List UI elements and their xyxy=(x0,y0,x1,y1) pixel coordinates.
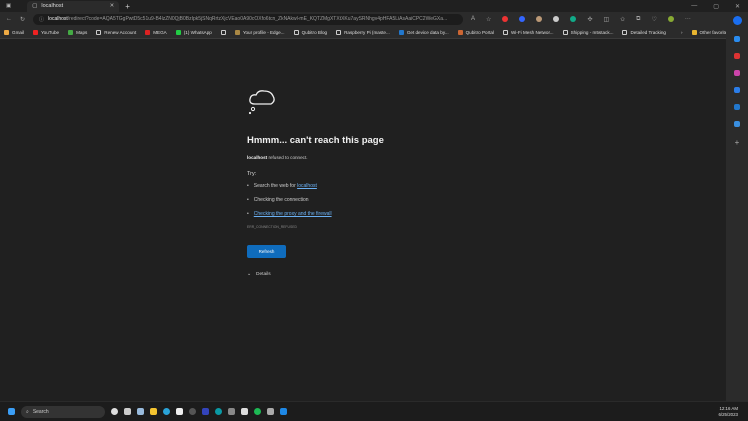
shopping-icon[interactable] xyxy=(734,53,740,59)
maximize-button[interactable]: ▢ xyxy=(713,3,719,10)
profile-avatar[interactable] xyxy=(667,16,674,22)
app-icon[interactable] xyxy=(202,408,209,415)
bookmark[interactable]: MEGA xyxy=(145,29,167,35)
collections-icon[interactable]: ⧉ xyxy=(636,16,640,23)
extensions-icon[interactable]: ✣ xyxy=(587,16,592,23)
bookmark[interactable]: Wi-Fi Mesh Networ... xyxy=(502,29,554,35)
bookmark[interactable]: Raspberry Pi (maste... xyxy=(336,29,390,35)
edge-icon[interactable] xyxy=(163,408,170,415)
bing-copilot-icon[interactable] xyxy=(732,16,742,25)
bookmark[interactable]: Maps xyxy=(68,29,87,35)
refresh-button[interactable]: Refresh xyxy=(247,245,286,258)
toolbar: ← ↻ ⓘ localhost/redirect?code=AQA5TGgPwt… xyxy=(0,12,748,26)
copilot-icon[interactable] xyxy=(111,408,118,415)
task-view-icon[interactable] xyxy=(124,408,131,415)
add-icon[interactable]: + xyxy=(735,138,740,147)
back-icon[interactable]: ← xyxy=(6,16,12,22)
error-description: localhost refused to connect. xyxy=(247,155,308,160)
chevron-down-icon: ⌄ xyxy=(247,272,252,277)
bookmark[interactable]: Gmail xyxy=(4,29,24,35)
url-path: /redirect?code=AQA5TGgPwtD5c51u9-B4lzZN0… xyxy=(67,16,448,22)
system-clock[interactable]: 12:16 AM 6/25/2023 xyxy=(718,406,738,418)
app-icon[interactable] xyxy=(228,408,235,415)
other-favorites[interactable]: Other favorites xyxy=(691,29,730,35)
try-heading: Try: xyxy=(247,171,257,177)
tab-title: localhost xyxy=(41,3,64,9)
extension-icon[interactable] xyxy=(536,16,543,22)
search-icon[interactable] xyxy=(734,36,740,42)
calculator-icon[interactable] xyxy=(267,408,274,415)
bookmark[interactable]: Shipping - m5stack... xyxy=(562,29,613,35)
bookmarks-bar: Gmail YouTube Maps Renew Account MEGA (1… xyxy=(0,26,748,39)
grammarly-icon[interactable] xyxy=(570,16,577,22)
suggestion-connection: Checking the connection xyxy=(247,197,497,203)
error-title: Hmmm... can't reach this page xyxy=(247,135,384,146)
taskbar-search[interactable]: ⌕ Search xyxy=(21,405,105,418)
refresh-icon[interactable]: ↻ xyxy=(20,16,25,23)
close-window-button[interactable]: ✕ xyxy=(735,3,740,10)
suggestion-proxy: Checking the proxy and the firewall xyxy=(247,211,497,217)
url-host: localhost xyxy=(48,16,68,22)
extension-pen-icon[interactable] xyxy=(519,16,526,22)
browser-essentials-icon[interactable]: ♡ xyxy=(651,16,656,23)
tab-localhost[interactable]: ▢ localhost ✕ xyxy=(27,0,120,12)
bookmark[interactable] xyxy=(220,29,226,35)
page-content: Hmmm... can't reach this page localhost … xyxy=(0,40,726,401)
tools-icon[interactable] xyxy=(734,70,740,76)
page-icon: ▢ xyxy=(32,3,38,9)
favorites-icon[interactable]: ✩ xyxy=(620,16,625,23)
bookmark[interactable]: Get device data by... xyxy=(398,29,449,35)
app-icon[interactable] xyxy=(176,408,183,415)
weather-icon[interactable] xyxy=(137,408,144,415)
bookmark[interactable]: Qubitro Blog xyxy=(293,29,327,35)
error-page: Hmmm... can't reach this page localhost … xyxy=(247,90,497,277)
more-icon[interactable]: ··· xyxy=(685,16,691,22)
proxy-firewall-link[interactable]: Checking the proxy and the firewall xyxy=(254,211,332,217)
favorite-star-icon[interactable]: ☆ xyxy=(486,16,491,23)
vscode-icon[interactable] xyxy=(280,408,287,415)
cloud-icon xyxy=(248,90,275,115)
minimize-button[interactable]: — xyxy=(691,3,697,10)
extension-icon[interactable] xyxy=(502,16,509,22)
tab-actions-icon[interactable]: ▣ xyxy=(6,3,11,9)
search-icon: ⌕ xyxy=(26,408,29,415)
games-icon[interactable] xyxy=(734,87,740,93)
search-web-link[interactable]: localhost xyxy=(297,183,317,189)
read-aloud-icon[interactable]: A xyxy=(471,16,475,22)
app-icon[interactable] xyxy=(241,408,248,415)
error-code: ERR_CONNECTION_REFUSED xyxy=(247,225,297,229)
taskbar: ⌕ Search 12:16 AM 6/25/2023 xyxy=(0,401,748,421)
bookmark[interactable]: Qubitro Portal xyxy=(457,29,494,35)
bookmark[interactable]: Detailed Tracking xyxy=(622,29,666,35)
shield-icon[interactable] xyxy=(553,16,560,22)
split-screen-icon[interactable]: ◫ xyxy=(603,16,609,23)
bookmark[interactable]: YouTube xyxy=(33,29,59,35)
file-explorer-icon[interactable] xyxy=(150,408,157,415)
new-tab-button[interactable]: + xyxy=(125,2,130,11)
bookmark[interactable]: Your profile - Edge... xyxy=(234,29,285,35)
details-toggle[interactable]: ⌄ Details xyxy=(247,272,497,277)
more-bookmarks-chevron-icon[interactable]: › xyxy=(681,30,683,35)
app-icon[interactable] xyxy=(189,408,196,415)
title-bar: ▣ ▢ localhost ✕ + — ▢ ✕ xyxy=(0,0,748,12)
close-tab-icon[interactable]: ✕ xyxy=(110,3,115,9)
arduino-icon[interactable] xyxy=(215,408,222,415)
address-bar[interactable]: ⓘ localhost/redirect?code=AQA5TGgPwtD5c5… xyxy=(33,13,464,25)
suggestion-search: Search the web for localhost xyxy=(247,183,497,189)
outlook-icon[interactable] xyxy=(734,104,740,110)
spotify-icon[interactable] xyxy=(254,408,261,415)
windows-start-icon[interactable] xyxy=(8,408,15,415)
bookmark[interactable]: (1) WhatsApp xyxy=(175,29,212,35)
info-icon[interactable]: ⓘ xyxy=(39,16,44,23)
edge-sidebar: + xyxy=(726,12,748,401)
office-icon[interactable] xyxy=(734,121,740,127)
bookmark[interactable]: Renew Account xyxy=(96,29,136,35)
